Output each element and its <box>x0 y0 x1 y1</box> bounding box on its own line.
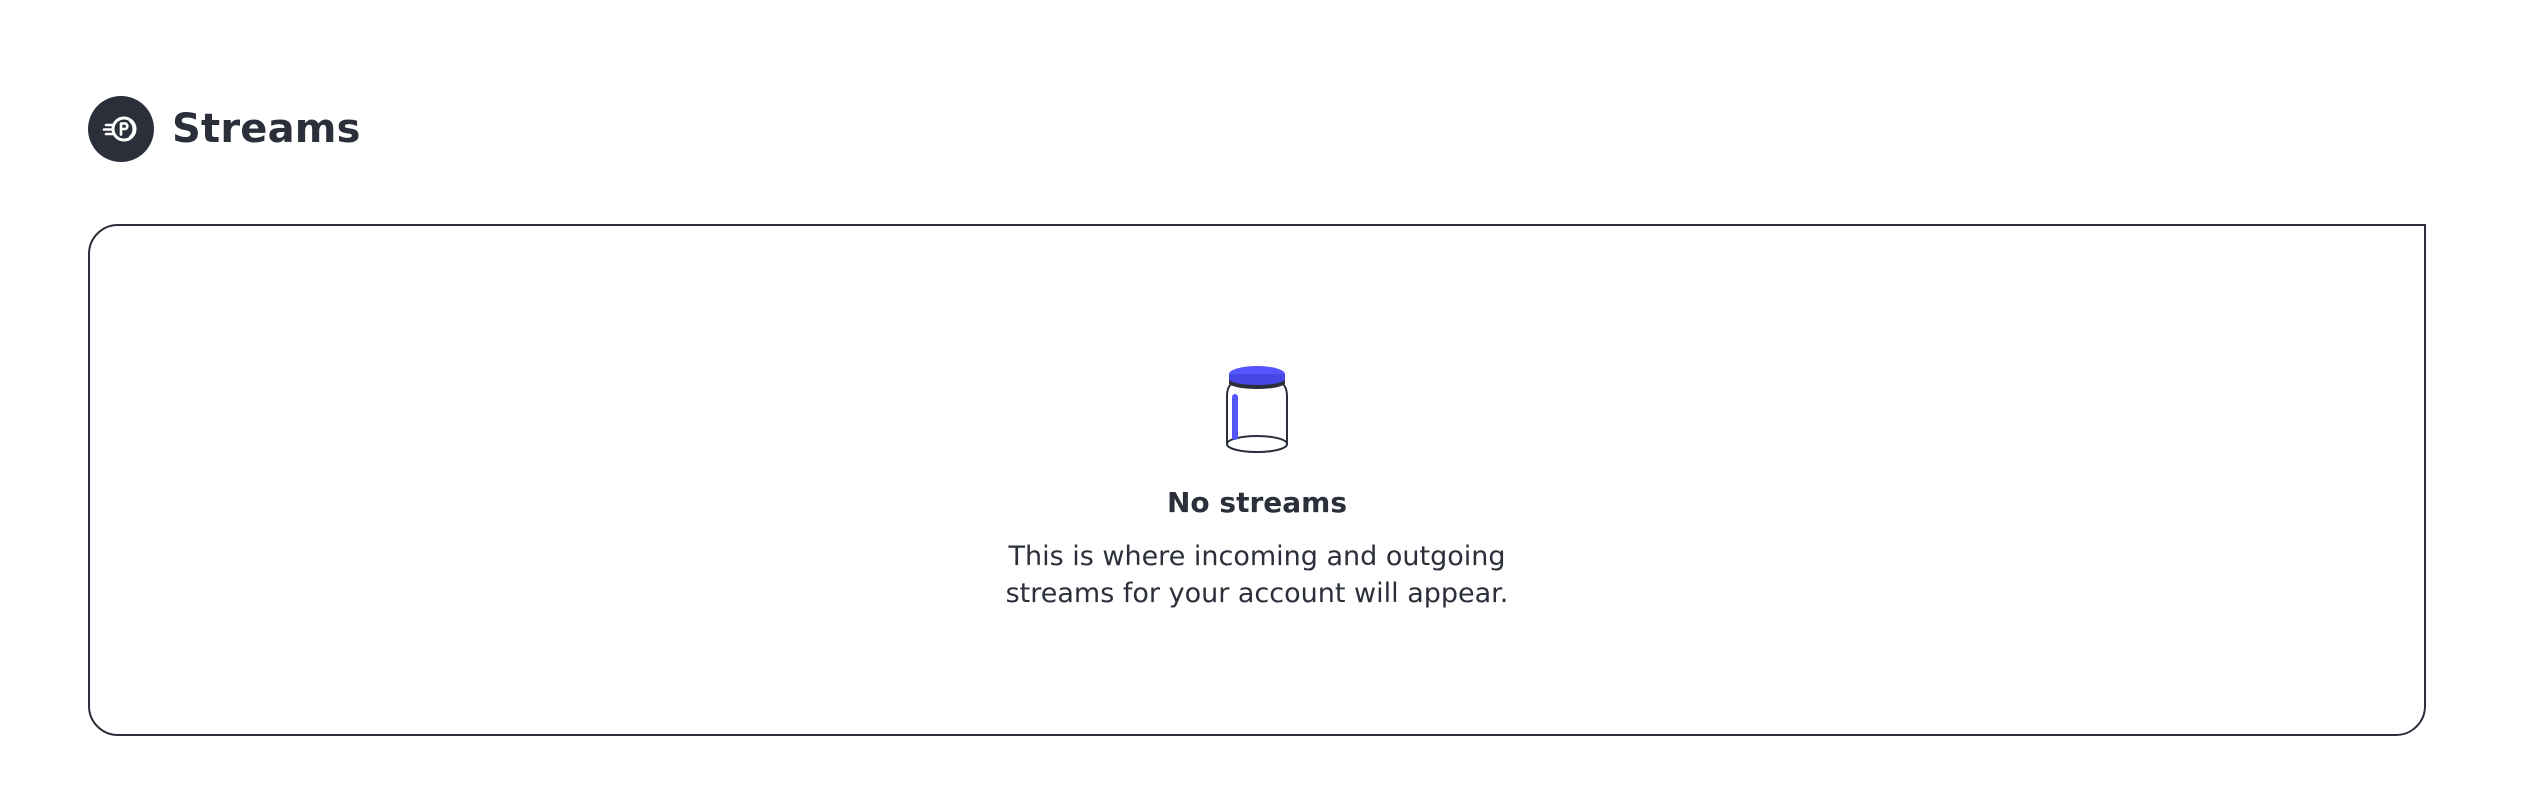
empty-state: No streams This is where incoming and ou… <box>90 356 2424 612</box>
empty-state-title: No streams <box>1166 486 1347 519</box>
section-header: Streams <box>88 96 361 162</box>
streams-coin-icon <box>88 96 154 162</box>
empty-state-description: This is where incoming and outgoing stre… <box>1005 541 1509 609</box>
empty-jar-icon <box>1226 366 1288 453</box>
page-title: Streams <box>172 106 361 152</box>
streams-empty-card: No streams This is where incoming and ou… <box>88 224 2426 736</box>
